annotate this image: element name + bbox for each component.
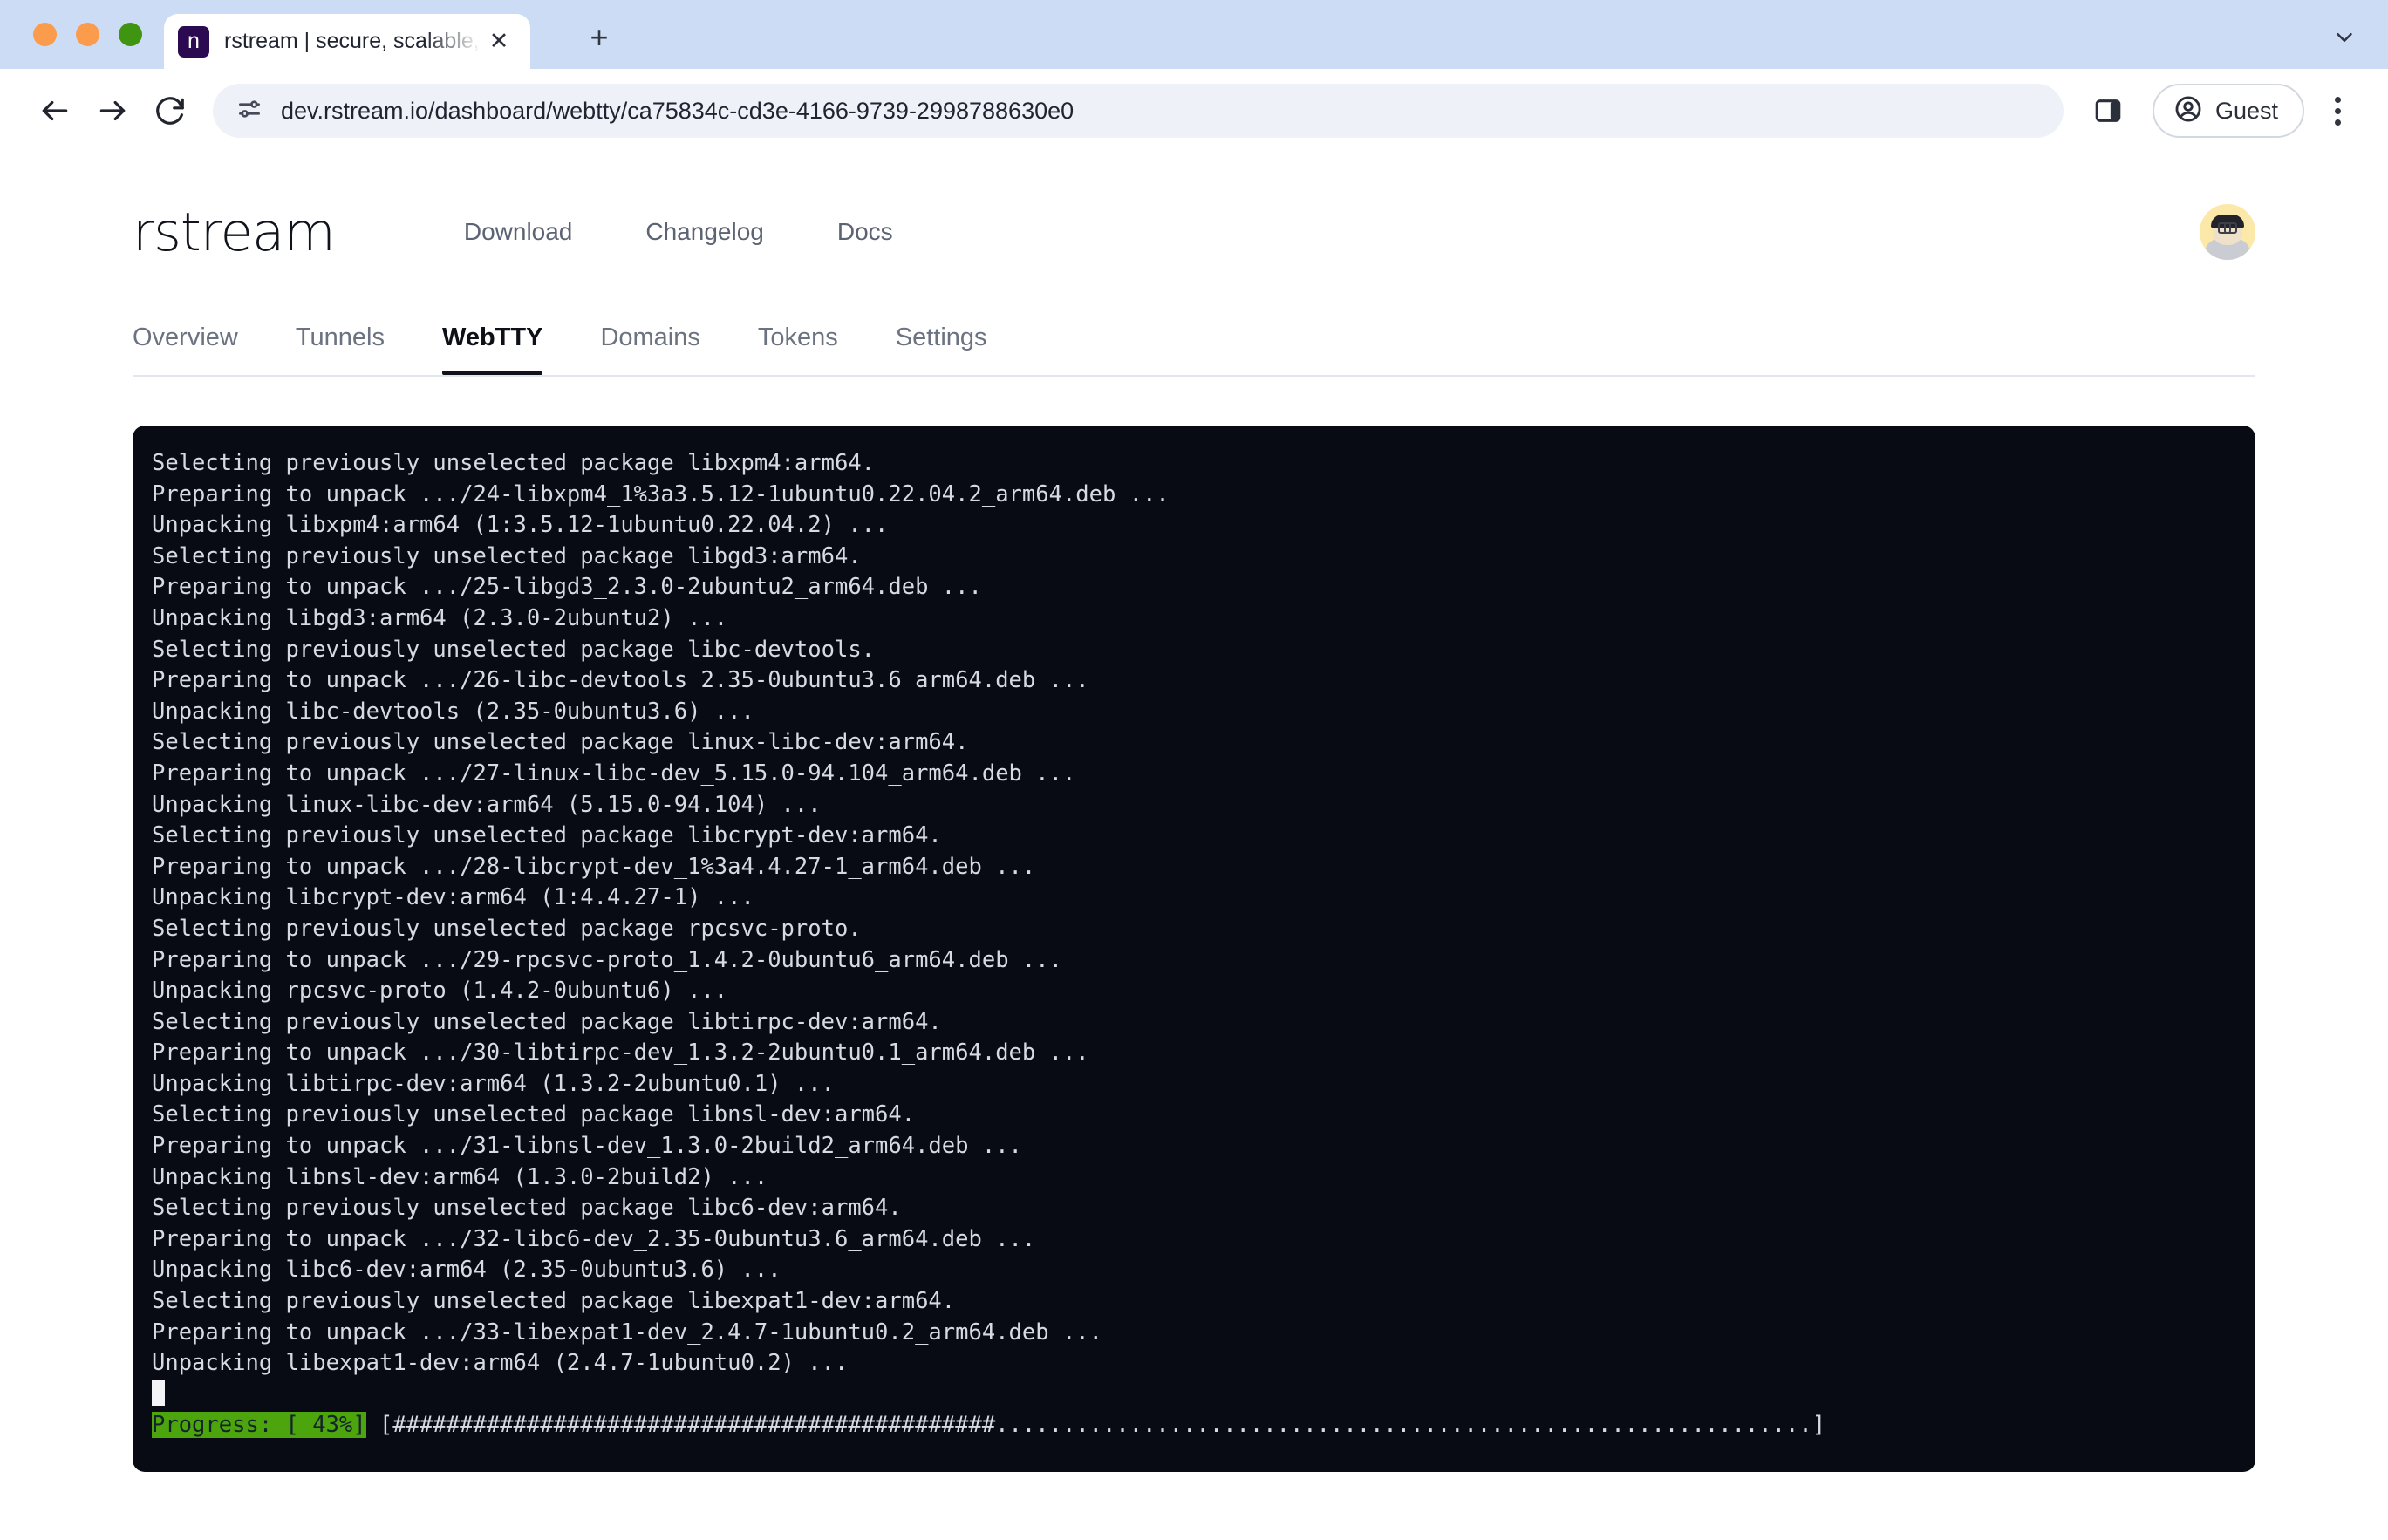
terminal-line: Selecting previously unselected package …: [152, 821, 2236, 852]
window-traffic-lights: [33, 23, 142, 46]
close-window-button[interactable]: [33, 23, 57, 46]
tab-tokens[interactable]: Tokens: [758, 324, 838, 375]
site-header: rstream Download Changelog Docs: [133, 153, 2255, 285]
terminal-progress-line: Progress: [ 43%] [######################…: [152, 1410, 2236, 1441]
back-icon[interactable]: [26, 82, 84, 140]
address-bar[interactable]: dev.rstream.io/dashboard/webtty/ca75834c…: [213, 84, 2064, 138]
browser-tab-strip: n rstream | secure, scalable, an ✕ +: [0, 0, 2388, 69]
terminal-line: Preparing to unpack .../25-libgd3_2.3.0-…: [152, 572, 2236, 603]
terminal-line: Unpacking libexpat1-dev:arm64 (2.4.7-1ub…: [152, 1348, 2236, 1380]
minimize-window-button[interactable]: [76, 23, 99, 46]
browser-tab-title: rstream | secure, scalable, an: [224, 29, 481, 54]
avatar[interactable]: [2200, 204, 2255, 260]
nav-link-docs[interactable]: Docs: [837, 218, 893, 246]
browser-menu-icon[interactable]: [2313, 84, 2362, 138]
terminal-line: Preparing to unpack .../33-libexpat1-dev…: [152, 1318, 2236, 1349]
tabs-divider: [133, 375, 2255, 377]
terminal-line: Preparing to unpack .../32-libc6-dev_2.3…: [152, 1224, 2236, 1256]
favicon-icon: n: [178, 26, 209, 58]
terminal-line: Unpacking libc6-dev:arm64 (2.35-0ubuntu3…: [152, 1255, 2236, 1286]
terminal-line: Selecting previously unselected package …: [152, 1193, 2236, 1224]
terminal-line: Selecting previously unselected package …: [152, 635, 2236, 666]
site-logo[interactable]: rstream: [133, 201, 335, 263]
webtty-terminal[interactable]: Selecting previously unselected package …: [133, 426, 2255, 1472]
terminal-line: Unpacking libnsl-dev:arm64 (1.3.0-2build…: [152, 1162, 2236, 1194]
page-content: rstream Download Changelog Docs Overview…: [0, 153, 2388, 1472]
terminal-line: Unpacking libtirpc-dev:arm64 (1.3.2-2ubu…: [152, 1069, 2236, 1100]
terminal-line: Selecting previously unselected package …: [152, 448, 2236, 480]
terminal-line: Selecting previously unselected package …: [152, 1007, 2236, 1039]
progress-label: Progress: [ 43%]: [152, 1412, 366, 1438]
terminal-line: Unpacking libxpm4:arm64 (1:3.5.12-1ubunt…: [152, 510, 2236, 542]
terminal-line: Selecting previously unselected package …: [152, 542, 2236, 573]
close-tab-icon[interactable]: ✕: [481, 28, 516, 55]
reload-icon[interactable]: [141, 82, 199, 140]
tab-overview[interactable]: Overview: [133, 324, 238, 375]
side-panel-icon[interactable]: [2083, 85, 2133, 136]
terminal-line: Preparing to unpack .../24-libxpm4_1%3a3…: [152, 480, 2236, 511]
browser-toolbar: dev.rstream.io/dashboard/webtty/ca75834c…: [0, 69, 2388, 153]
forward-icon[interactable]: [84, 82, 141, 140]
terminal-line: Unpacking libcrypt-dev:arm64 (1:4.4.27-1…: [152, 882, 2236, 914]
account-icon: [2173, 94, 2203, 128]
terminal-line: Selecting previously unselected package …: [152, 914, 2236, 945]
terminal-line: Preparing to unpack .../27-linux-libc-de…: [152, 759, 2236, 790]
terminal-line: Preparing to unpack .../28-libcrypt-dev_…: [152, 852, 2236, 883]
terminal-line: Preparing to unpack .../29-rpcsvc-proto_…: [152, 945, 2236, 977]
terminal-line: Unpacking linux-libc-dev:arm64 (5.15.0-9…: [152, 790, 2236, 821]
tab-tunnels[interactable]: Tunnels: [296, 324, 385, 375]
new-tab-button[interactable]: +: [580, 18, 618, 57]
avatar-glasses-right: [2224, 222, 2237, 234]
terminal-line: Selecting previously unselected package …: [152, 1286, 2236, 1318]
tab-domains[interactable]: Domains: [600, 324, 699, 375]
maximize-window-button[interactable]: [119, 23, 142, 46]
terminal-line: Selecting previously unselected package …: [152, 1100, 2236, 1131]
terminal-line: Unpacking libc-devtools (2.35-0ubuntu3.6…: [152, 697, 2236, 728]
site-nav: Download Changelog Docs: [464, 218, 893, 246]
terminal-line: Preparing to unpack .../31-libnsl-dev_1.…: [152, 1131, 2236, 1162]
terminal-line: Selecting previously unselected package …: [152, 727, 2236, 759]
terminal-line: Preparing to unpack .../26-libc-devtools…: [152, 665, 2236, 697]
profile-button[interactable]: Guest: [2153, 84, 2304, 138]
terminal-line: Unpacking rpcsvc-proto (1.4.2-0ubuntu6) …: [152, 976, 2236, 1007]
terminal-line: Preparing to unpack .../30-libtirpc-dev_…: [152, 1038, 2236, 1069]
cursor-block-icon: [152, 1380, 165, 1406]
profile-label: Guest: [2215, 98, 2278, 125]
address-bar-url: dev.rstream.io/dashboard/webtty/ca75834c…: [281, 98, 1074, 125]
page-viewport: rstream Download Changelog Docs Overview…: [0, 153, 2388, 1540]
terminal-line: Unpacking libgd3:arm64 (2.3.0-2ubuntu2) …: [152, 603, 2236, 635]
browser-window: n rstream | secure, scalable, an ✕ + dev…: [0, 0, 2388, 1540]
tab-list-chevron-icon[interactable]: [2323, 17, 2365, 58]
progress-bar: [#######################################…: [379, 1412, 1825, 1438]
dashboard-tabs: Overview Tunnels WebTTY Domains Tokens S…: [133, 324, 2255, 375]
nav-link-download[interactable]: Download: [464, 218, 573, 246]
tab-webtty[interactable]: WebTTY: [442, 324, 542, 375]
site-settings-icon[interactable]: [235, 95, 263, 127]
nav-link-changelog[interactable]: Changelog: [645, 218, 763, 246]
terminal-cursor: [152, 1380, 2236, 1411]
tab-settings[interactable]: Settings: [896, 324, 987, 375]
browser-tab[interactable]: n rstream | secure, scalable, an ✕: [164, 14, 530, 69]
